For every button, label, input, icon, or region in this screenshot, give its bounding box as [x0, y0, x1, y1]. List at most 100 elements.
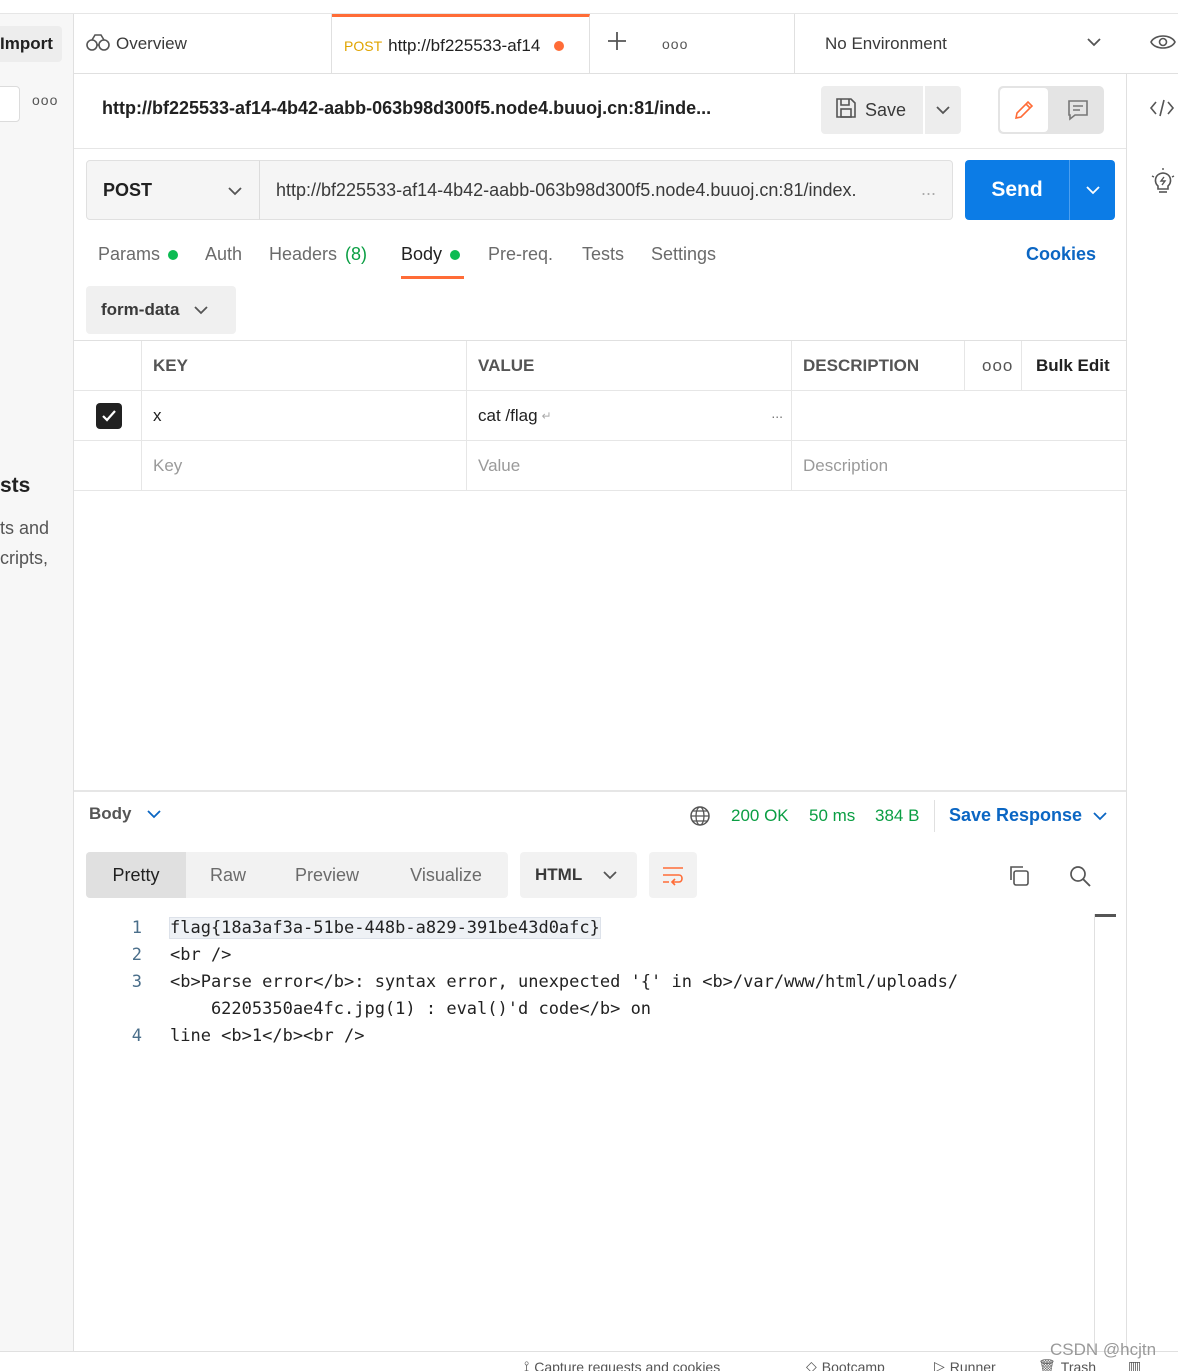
new-key-input[interactable]: Key [141, 441, 466, 490]
code-line-text: flag{18a3af3a-51be-448b-a829-391be43d0af… [169, 917, 601, 939]
trash-label: Trash [1060, 1358, 1097, 1371]
value-expand-icon[interactable]: ... [771, 405, 783, 421]
comment-icon [1068, 100, 1088, 121]
format-tab-visualize[interactable]: Visualize [384, 852, 508, 898]
tab-tests-label: Tests [582, 244, 625, 264]
capture-requests-button[interactable]: ⟟ Capture requests and cookies [524, 1358, 720, 1371]
response-language-label: HTML [535, 865, 583, 884]
runner-icon: ▷ [934, 1358, 945, 1371]
sidebar-search-input[interactable] [0, 86, 20, 122]
response-status[interactable]: 200 OK [731, 806, 789, 826]
row-value-input[interactable]: cat /flag ↵ ... [466, 391, 791, 440]
left-sidebar: Import ooo sts ts and cripts, [0, 14, 74, 1351]
tab-auth[interactable]: Auth [205, 244, 242, 265]
divider [74, 148, 1126, 149]
row-enabled-checkbox[interactable] [96, 402, 122, 429]
sidebar-empty-desc-line2: cripts, [0, 548, 49, 568]
globe-icon[interactable] [689, 805, 711, 832]
column-header-description: DESCRIPTION [803, 355, 920, 375]
save-button[interactable]: Save [821, 86, 923, 134]
divider [934, 800, 935, 832]
import-button[interactable]: Import [0, 26, 62, 62]
code-line: <b>Parse error</b>: syntax error, unexpe… [170, 972, 959, 992]
wrap-lines-icon [663, 867, 683, 886]
save-response-label: Save Response [949, 805, 1083, 825]
format-tab-raw[interactable]: Raw [186, 852, 270, 898]
row-value-text: cat /flag [478, 405, 538, 425]
search-icon[interactable] [1068, 864, 1092, 893]
satellite-icon: ⟟ [524, 1358, 530, 1371]
bootcamp-label: Bootcamp [821, 1358, 885, 1371]
wrap-lines-button[interactable] [649, 852, 697, 898]
code-line: <br /> [170, 945, 232, 965]
tab-params[interactable]: Params [98, 244, 179, 265]
save-options-button[interactable] [925, 86, 961, 134]
method-select[interactable]: POST [86, 160, 260, 220]
chevron-down-icon [227, 183, 243, 204]
bulk-edit-button[interactable]: Bulk Edit [1024, 341, 1110, 390]
table-more-icon[interactable]: ooo [970, 341, 1013, 390]
runner-button[interactable]: ▷ Runner [934, 1358, 996, 1371]
tab-params-label: Params [98, 244, 161, 264]
save-response-button[interactable]: Save Response [949, 805, 1108, 826]
sidebar-more-icon[interactable]: ooo [32, 92, 58, 108]
save-button-label: Save [865, 99, 907, 120]
format-tab-pretty[interactable]: Pretty [86, 852, 186, 898]
scrollbar-thumb[interactable] [1095, 914, 1116, 917]
response-size[interactable]: 384 B [875, 806, 919, 826]
chevron-down-icon [1093, 811, 1107, 820]
tab-request-active[interactable]: POST http://bf225533-af14 [332, 14, 590, 74]
new-description-input[interactable]: Description [791, 441, 1126, 490]
lightbulb-icon[interactable] [1151, 168, 1175, 201]
environment-select[interactable]: No Environment [794, 14, 1124, 74]
response-section-select[interactable]: Body [89, 804, 162, 824]
code-scrollbar[interactable] [1094, 914, 1116, 1351]
environment-label: No Environment [825, 34, 947, 53]
eye-icon[interactable] [1150, 32, 1176, 57]
tab-prereq[interactable]: Pre-req. [488, 244, 553, 265]
response-resize-handle[interactable] [74, 790, 1126, 792]
tab-overview[interactable]: Overview [74, 14, 332, 74]
line-number: 1 [131, 918, 142, 938]
response-code-view[interactable]: 1 flag{18a3af3a-51be-448b-a829-391be43d0… [74, 912, 1094, 1352]
send-button[interactable]: Send [965, 160, 1069, 220]
tab-auth-label: Auth [205, 244, 243, 264]
bootcamp-button[interactable]: ◇ Bootcamp [806, 1358, 885, 1371]
cookies-link[interactable]: Cookies [1026, 244, 1096, 265]
response-time[interactable]: 50 ms [809, 806, 855, 826]
copy-icon[interactable] [1007, 864, 1031, 893]
runner-label: Runner [949, 1358, 996, 1371]
edit-mode-button[interactable] [1000, 88, 1048, 132]
url-ellipsis: ... [920, 179, 936, 199]
new-value-input[interactable]: Value [466, 441, 791, 490]
row-key-input[interactable]: x [141, 391, 466, 440]
row-description-input[interactable] [791, 391, 1126, 440]
tab-body[interactable]: Body [401, 244, 461, 265]
body-active-dot-icon [450, 249, 461, 260]
params-active-dot-icon [168, 249, 179, 260]
request-title[interactable]: http://bf225533-af14-4b42-aabb-063b98d30… [102, 98, 711, 119]
capture-label: Capture requests and cookies [534, 1358, 721, 1371]
code-line: flag{18a3af3a-51be-448b-a829-391be43d0af… [169, 917, 601, 939]
code-line: line <b>1</b><br /> [170, 1026, 365, 1046]
sidebar-empty-desc-line1: ts and [0, 518, 50, 538]
tab-settings[interactable]: Settings [651, 244, 716, 265]
tab-tests[interactable]: Tests [582, 244, 624, 265]
send-options-button[interactable] [1069, 160, 1115, 220]
response-language-select[interactable]: HTML [520, 852, 637, 898]
chevron-down-icon [1085, 186, 1100, 195]
format-tab-preview[interactable]: Preview [270, 852, 384, 898]
tab-headers-label: Headers [269, 244, 338, 264]
body-type-select[interactable]: form-data [86, 286, 236, 334]
comments-button[interactable] [1054, 88, 1102, 132]
tab-headers[interactable]: Headers (8) [269, 244, 367, 265]
active-tab-indicator [401, 276, 464, 279]
new-tab-plus-icon[interactable] [606, 28, 628, 59]
url-input[interactable]: http://bf225533-af14-4b42-aabb-063b98d30… [259, 160, 953, 220]
pencil-icon [1014, 100, 1034, 120]
code-snippet-icon[interactable] [1149, 98, 1175, 123]
code-line-wrapped: 62205350ae4fc.jpg(1) : eval()'d code</b>… [170, 999, 652, 1019]
chevron-down-icon [146, 810, 161, 819]
form-data-table: KEY VALUE DESCRIPTION ooo Bulk Edit x ca… [74, 340, 1126, 491]
tab-more-icon[interactable]: ooo [662, 36, 688, 52]
